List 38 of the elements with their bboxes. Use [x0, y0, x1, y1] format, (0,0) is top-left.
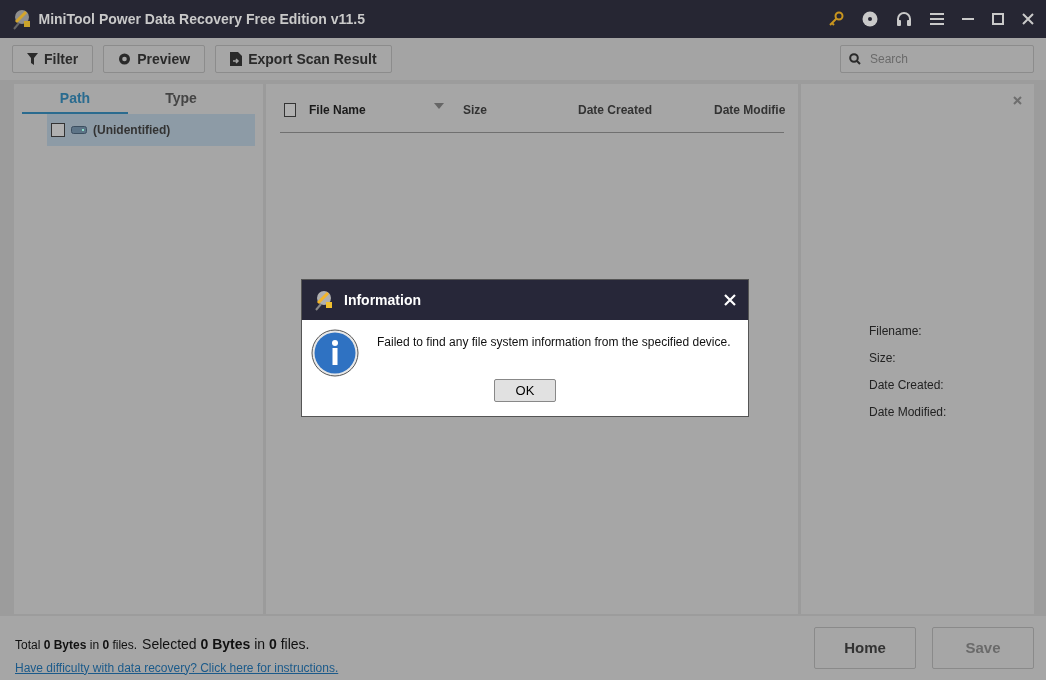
drive-icon — [71, 126, 87, 134]
column-header[interactable]: File Name — [309, 100, 463, 119]
column-header[interactable]: Date Modifie — [714, 100, 784, 119]
tab[interactable]: Type — [128, 84, 234, 114]
select-all-checkbox[interactable] — [284, 102, 296, 117]
menu-icon[interactable] — [930, 13, 944, 25]
selected-summary: Selected 0 Bytes in 0 files. — [142, 634, 310, 654]
filter-icon — [27, 53, 38, 65]
total-summary: Total 0 Bytes in 0 files. — [15, 636, 138, 654]
detail-label: Date Created: — [869, 377, 945, 394]
dialog-message: Failed to find any file system information from the specified device. — [377, 334, 731, 351]
search-field[interactable]: Search — [840, 45, 1034, 73]
help-link[interactable]: Have difficulty with data recovery? Click here for instructions. — [15, 658, 339, 677]
preview-button[interactable]: Preview — [103, 45, 206, 73]
key-icon[interactable] — [828, 11, 844, 27]
detail-label: Size: — [869, 350, 897, 367]
detail-label: Filename: — [869, 323, 923, 340]
footer-button[interactable]: Home — [814, 627, 916, 669]
detail-label: Date Modified: — [869, 404, 948, 421]
disc-icon[interactable] — [862, 11, 878, 27]
sort-caret-icon — [433, 102, 444, 109]
export-button[interactable]: Export Scan Result — [215, 45, 392, 73]
document-icon — [230, 52, 243, 66]
eye-icon — [118, 53, 132, 65]
app-logo-icon — [314, 289, 334, 311]
filter-button[interactable]: Filter — [12, 45, 94, 73]
close-icon[interactable] — [1022, 13, 1034, 25]
column-header[interactable]: Date Created — [578, 100, 714, 119]
column-header[interactable]: Size — [463, 100, 578, 119]
checkbox[interactable] — [51, 123, 65, 137]
headset-icon[interactable] — [896, 11, 912, 27]
maximize-icon[interactable] — [992, 13, 1004, 25]
app-logo-icon — [12, 8, 32, 30]
window-title: MiniTool Power Data Recovery Free Edition v11.5 — [38, 9, 365, 29]
info-icon — [311, 329, 359, 377]
ok-button[interactable]: OK — [494, 379, 556, 402]
tree-item[interactable]: (Unidentified) — [47, 114, 255, 146]
dialog-title: Information — [344, 290, 421, 310]
